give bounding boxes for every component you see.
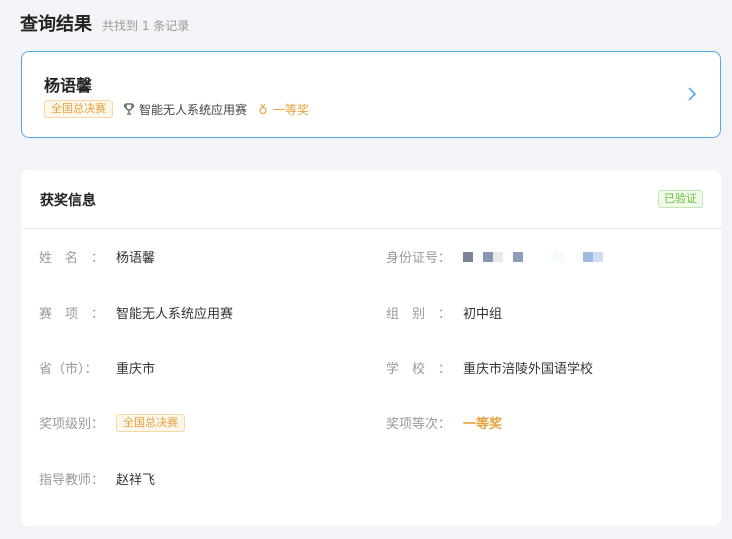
result-meta: 全国总决赛 智能无人系统应用赛 一等奖 [44,100,309,118]
field-value: 智能无人系统应用赛 [116,307,234,322]
field-label: 省（市）： [39,362,98,377]
field-label: 指导教师： [39,473,105,488]
field-label: 姓 名 ： [39,251,105,266]
competition-name: 智能无人系统应用赛 [139,102,248,117]
field-value: 重庆市 [116,362,156,377]
prize-name: 一等奖 [273,102,310,117]
page-title: 查询结果 [20,14,92,35]
field-label: 身份证号： [386,251,452,266]
field-province: 省（市）： 重庆市 [39,358,155,377]
award-info-title: 获奖信息 [40,193,96,209]
field-group: 组 别 ： 初中组 [386,303,502,322]
page-header: 查询结果 共找到 1 条记录 [20,10,189,36]
field-label: 奖项级别： [39,417,105,432]
field-value: 一等奖 [463,417,503,432]
field-value: 初中组 [463,307,503,322]
field-label: 组 别 ： [386,307,452,322]
field-id-number: 身份证号： [386,247,603,266]
competition: 智能无人系统应用赛 [123,101,247,118]
status-badge: 已验证 [658,190,703,208]
result-name: 杨语馨 [44,76,93,95]
field-label: 奖项等次： [386,417,452,432]
trophy-icon [124,103,134,115]
field-name: 姓 名 ： 杨语馨 [39,247,155,266]
field-teacher: 指导教师： 赵祥飞 [39,469,155,488]
award-info-card: 获奖信息 已验证 姓 名 ： 杨语馨 身份证号： 赛 项 ： 智能无人系统应用赛… [21,170,721,526]
field-award-rank: 奖项等次： 一等奖 [386,413,502,432]
result-card[interactable]: 杨语馨 全国总决赛 智能无人系统应用赛 一等奖 [21,51,721,138]
prize: 一等奖 [257,101,309,118]
award-info-header: 获奖信息 已验证 [21,170,721,229]
field-value: 重庆市涪陵外国语学校 [463,362,594,377]
chevron-right-icon[interactable] [686,84,698,104]
id-number-redacted [463,251,603,262]
field-award-level: 奖项级别： 全国总决赛 [39,413,185,432]
field-value: 赵祥飞 [116,473,156,488]
award-level-tag: 全国总决赛 [116,413,185,432]
field-label: 学 校 ： [386,362,452,377]
medal-icon [259,103,267,115]
field-school: 学 校 ： 重庆市涪陵外国语学校 [386,358,593,377]
field-value: 杨语馨 [116,251,156,266]
field-event: 赛 项 ： 智能无人系统应用赛 [39,303,233,322]
field-label: 赛 项 ： [39,307,105,322]
level-tag: 全国总决赛 [44,100,113,118]
result-count: 共找到 1 条记录 [102,19,190,33]
